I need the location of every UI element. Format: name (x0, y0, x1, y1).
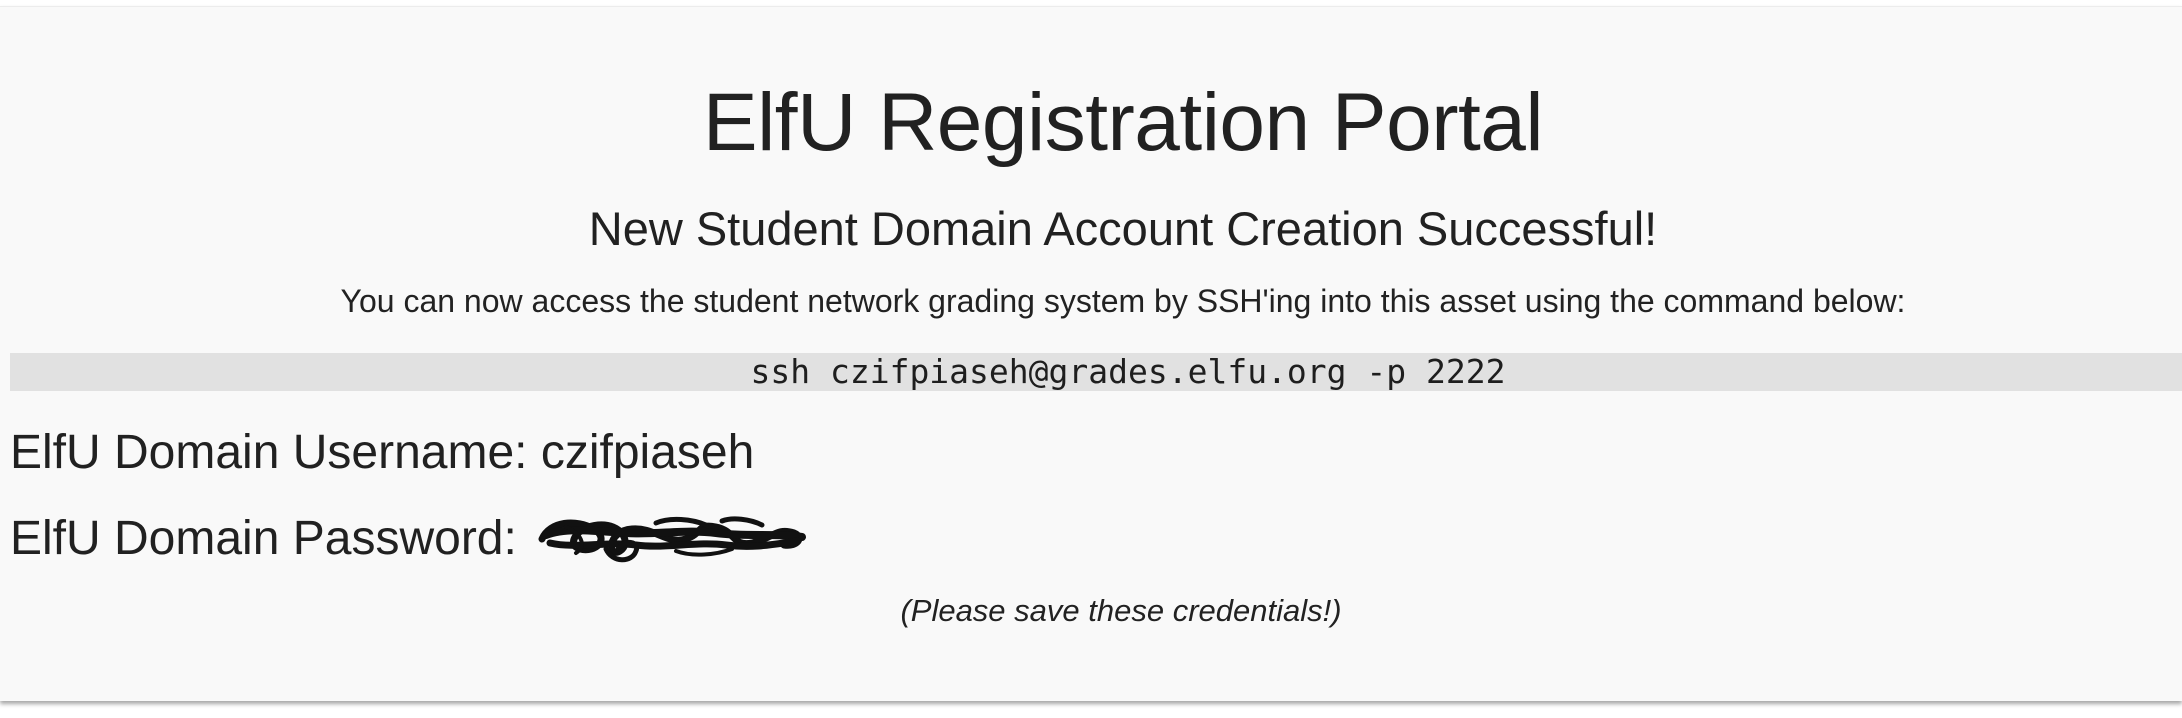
username-value[interactable]: czifpiaseh (541, 426, 754, 479)
page-title: ElfU Registration Portal (702, 77, 1544, 168)
password-redaction-scribble (538, 516, 807, 563)
username-label: ElfU Domain Username: (10, 426, 541, 479)
ssh-instructions: You can now access the student network g… (340, 283, 1906, 319)
password-label: ElfU Domain Password: (10, 512, 531, 565)
password-row: ElfU Domain Password: (10, 509, 808, 569)
ssh-command-block[interactable]: ssh czifpiaseh@grades.elfu.org -p 2222 (10, 353, 2182, 391)
ssh-command[interactable]: ssh czifpiaseh@grades.elfu.org -p 2222 (10, 353, 2182, 391)
save-credentials-note: (Please save these credentials!) (900, 593, 1342, 628)
portal-page: ElfU Registration Portal New Student Dom… (0, 6, 2182, 701)
success-heading: New Student Domain Account Creation Succ… (588, 202, 1658, 255)
username-row: ElfU Domain Username: czifpiaseh (10, 423, 754, 483)
